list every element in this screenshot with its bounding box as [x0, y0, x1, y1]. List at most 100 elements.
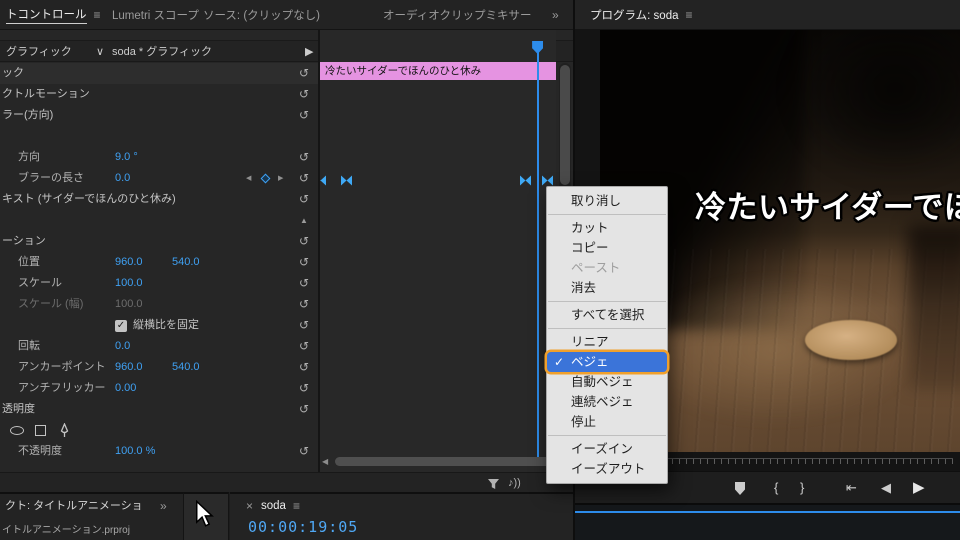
reset-param-button[interactable]: ↺: [299, 336, 309, 357]
context-menu-item[interactable]: 停止: [547, 412, 667, 432]
menu-item-label: リニア: [571, 335, 609, 349]
ellipse-mask-button[interactable]: [10, 426, 24, 435]
context-menu-item[interactable]: イーズイン: [547, 439, 667, 459]
reset-param-button[interactable]: ↺: [299, 168, 309, 189]
context-menu-item[interactable]: すべてを選択: [547, 305, 667, 325]
reset-param-button[interactable]: ↺: [299, 84, 309, 105]
param-value[interactable]: 960.0: [115, 252, 143, 273]
timeline-edge-panel: [575, 503, 960, 540]
rect-mask-button[interactable]: [35, 425, 46, 436]
tab-sequence-soda[interactable]: soda: [261, 494, 286, 518]
param-value[interactable]: 0.00: [115, 378, 136, 399]
toggle-keyframe-button[interactable]: [260, 173, 271, 183]
param-value[interactable]: 0.0: [115, 168, 130, 189]
reset-param-button[interactable]: ↺: [299, 315, 309, 336]
tab-project[interactable]: クト: タイトルアニメーショ: [5, 494, 143, 518]
param-label: スケール (幅): [18, 298, 84, 310]
reset-param-button[interactable]: ↺: [299, 441, 309, 462]
reset-param-button[interactable]: ↺: [299, 273, 309, 294]
effect-row-rotation: 回転 0.0 ↺: [0, 336, 318, 357]
reset-param-button[interactable]: ↺: [299, 252, 309, 273]
tab-label: トコントロール: [6, 6, 87, 24]
close-icon[interactable]: ×: [246, 494, 253, 518]
context-menu-item[interactable]: 取り消し: [547, 191, 667, 211]
reset-param-button[interactable]: ↺: [299, 231, 309, 252]
play-button[interactable]: ▶: [913, 472, 925, 504]
keyframe-marker[interactable]: [320, 173, 327, 191]
timeline-h-scrollbar[interactable]: ◀: [322, 457, 556, 467]
tab-effect-controls[interactable]: トコントロール ≡: [6, 0, 101, 30]
reset-param-button[interactable]: ↺: [299, 189, 309, 210]
clip-bar[interactable]: 冷たいサイダーでほんのひと休み: [320, 62, 556, 80]
scroll-left-icon[interactable]: ◀: [322, 457, 328, 467]
param-label: アンチフリッカー: [18, 382, 106, 394]
playhead-handle[interactable]: [532, 41, 544, 54]
reset-param-button[interactable]: ↺: [299, 294, 309, 315]
panel-menu-icon[interactable]: ≡: [685, 8, 692, 22]
param-value[interactable]: 9.0 °: [115, 147, 138, 168]
keyframe-marker[interactable]: [340, 173, 353, 191]
panel-menu-icon[interactable]: ≡: [293, 494, 300, 518]
param-value[interactable]: 960.0: [115, 357, 143, 378]
effect-row-vector-motion: クトルモーション ↺: [0, 84, 318, 105]
effect-controls-panel: グラフィック ∨ soda * グラフィック ▶ ック ↺ クトルモーション ↺ ラー(…: [0, 30, 573, 492]
pen-mask-button[interactable]: [58, 422, 71, 443]
context-menu-item[interactable]: 消去: [547, 278, 667, 298]
param-value[interactable]: 100.0: [115, 294, 143, 315]
mark-in-button[interactable]: {: [774, 472, 778, 504]
scrollbar-thumb[interactable]: [560, 65, 570, 185]
filter-properties-icon[interactable]: [487, 477, 500, 492]
playhead[interactable]: [537, 42, 539, 457]
reset-param-button[interactable]: ↺: [299, 147, 309, 168]
reset-param-button[interactable]: ↺: [299, 63, 309, 84]
context-menu-item[interactable]: ✓ ベジェ: [547, 352, 667, 372]
context-menu-item[interactable]: イーズアウト: [547, 459, 667, 479]
reset-param-button[interactable]: ↺: [299, 105, 309, 126]
param-label: クトルモーション: [2, 88, 90, 100]
param-value[interactable]: 540.0: [172, 357, 200, 378]
context-menu-item[interactable]: 連続ベジェ: [547, 392, 667, 412]
reset-param-button[interactable]: ↺: [299, 399, 309, 420]
step-back-button[interactable]: ◀: [881, 472, 891, 504]
next-keyframe-button[interactable]: ▶: [278, 168, 283, 189]
tab-audio-clip-mixer[interactable]: オーディオクリップミキサー: [383, 0, 531, 30]
left-panel-tabbar: » トコントロール ≡ Lumetri スコープ ソース: (クリップなし) オーディオ…: [0, 0, 573, 30]
add-marker-button[interactable]: [735, 482, 745, 495]
context-menu-item[interactable]: 自動ベジェ: [547, 372, 667, 392]
project-panel: クト: タイトルアニメーショ » イトルアニメーション.prproj: [0, 492, 183, 540]
reset-param-button[interactable]: ↺: [299, 357, 309, 378]
effect-row-mask-tools: [0, 420, 318, 441]
project-file-name[interactable]: イトルアニメーション.prproj: [2, 521, 130, 536]
scrollbar-thumb[interactable]: [335, 457, 553, 466]
tab-lumetri-scopes[interactable]: Lumetri スコープ: [112, 0, 199, 30]
context-menu-item[interactable]: カット: [547, 218, 667, 238]
uniform-scale-checkbox[interactable]: ✓: [115, 319, 127, 332]
reset-param-button[interactable]: ↺: [299, 378, 309, 399]
keyframe-marker[interactable]: [519, 173, 532, 191]
effect-row-motion: ーション ↺: [0, 231, 318, 252]
param-label: キスト (サイダーでほんのひと休み): [2, 193, 176, 205]
param-value[interactable]: 0.0: [115, 336, 130, 357]
tab-program-monitor[interactable]: プログラム: soda ≡: [590, 0, 693, 30]
param-value[interactable]: 100.0 %: [115, 441, 155, 462]
param-label: 位置: [18, 256, 40, 268]
context-menu-item[interactable]: リニア: [547, 332, 667, 352]
go-to-in-button[interactable]: ⇤: [846, 472, 857, 504]
collapse-icon[interactable]: ▲: [300, 210, 308, 231]
context-menu-item[interactable]: コピー: [547, 238, 667, 258]
prev-keyframe-button[interactable]: ◀: [246, 168, 251, 189]
panel-overflow-button[interactable]: »: [552, 0, 559, 30]
effect-row-text: キスト (サイダーでほんのひと休み) ↺: [0, 189, 318, 210]
param-value[interactable]: 540.0: [172, 252, 200, 273]
tab-source-monitor[interactable]: ソース: (クリップなし): [203, 0, 320, 30]
audio-loop-icon[interactable]: ♪)): [508, 473, 521, 492]
menu-item-label: 停止: [571, 415, 597, 429]
mark-out-button[interactable]: }: [800, 472, 804, 504]
panel-overflow-button[interactable]: »: [160, 494, 167, 518]
effect-row-opacity-section: 透明度 ↺: [0, 399, 318, 420]
param-value[interactable]: 100.0: [115, 273, 143, 294]
timeline-panel: × soda ≡ 00:00:19:05: [230, 492, 573, 540]
panel-menu-icon[interactable]: ≡: [94, 8, 101, 22]
program-tab-label: プログラム: soda: [590, 9, 679, 22]
sequence-timecode[interactable]: 00:00:19:05: [248, 518, 358, 536]
